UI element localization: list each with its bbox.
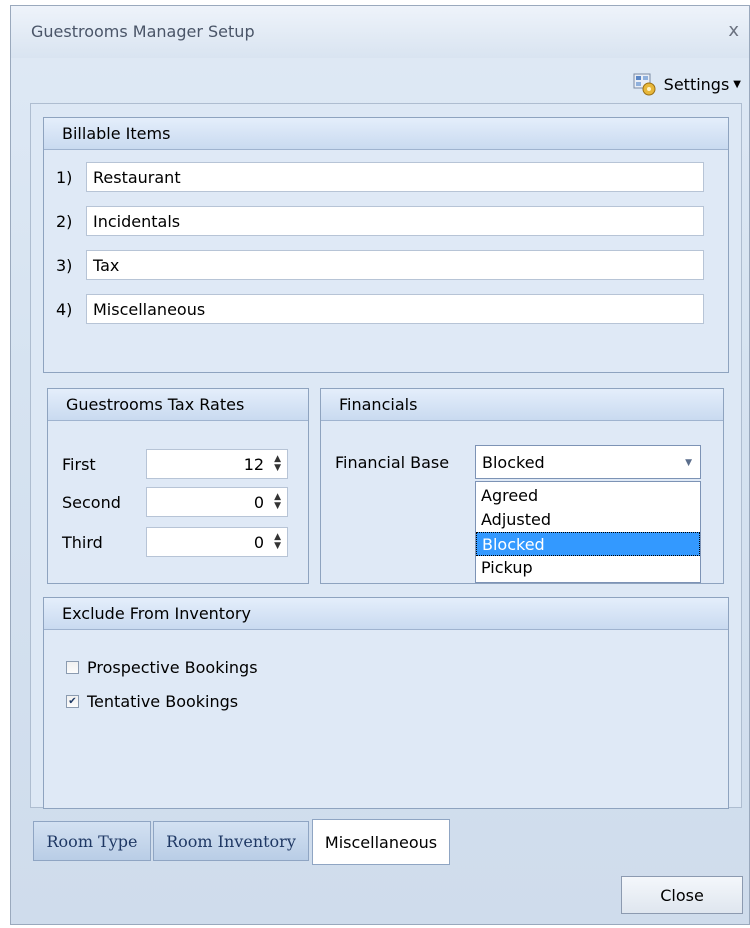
tax-rates-heading: Guestrooms Tax Rates [48,389,308,421]
tax-rate-value: 12 [243,454,265,474]
tax-rate-value: 0 [253,492,265,512]
billable-item-number: 3) [56,255,73,275]
financials-heading: Financials [321,389,723,421]
spin-arrows-icon[interactable]: ▲ ▼ [274,493,281,511]
financial-base-select[interactable]: Blocked ▼ [475,445,701,479]
spin-arrows-icon[interactable]: ▲ ▼ [274,533,281,551]
settings-menu-button[interactable]: Settings ▼ [632,68,741,100]
tax-rate-row: First 12 ▲ ▼ [62,449,302,479]
billable-item-row: 3) Tax [56,250,704,280]
second-tax-rate-stepper[interactable]: 0 ▲ ▼ [146,487,288,517]
tab-miscellaneous[interactable]: Miscellaneous [312,819,450,865]
tax-rate-label: Third [62,532,103,552]
miscellaneous-panel: Billable Items 1) Restaurant 2) Incident… [30,103,742,809]
third-tax-rate-stepper[interactable]: 0 ▲ ▼ [146,527,288,557]
prospective-bookings-checkbox[interactable]: Prospective Bookings [66,658,258,677]
billable-item-3-field[interactable]: Tax [86,250,704,280]
setup-window: Guestrooms Manager Setup x Settings ▼ Bi… [10,5,750,925]
financial-base-label: Financial Base [335,453,450,472]
exclude-inventory-heading: Exclude From Inventory [44,598,728,630]
checkbox-unchecked-icon[interactable] [66,661,79,674]
tax-rate-label: Second [62,492,121,512]
tentative-bookings-checkbox[interactable]: ✔ Tentative Bookings [66,692,238,711]
option-agreed[interactable]: Agreed [476,484,700,508]
billable-items-group: Billable Items 1) Restaurant 2) Incident… [43,117,729,373]
billable-item-row: 4) Miscellaneous [56,294,704,324]
chevron-down-icon: ▼ [733,78,741,90]
billable-item-row: 2) Incidentals [56,206,704,236]
billable-item-4-field[interactable]: Miscellaneous [86,294,704,324]
checkbox-checked-icon[interactable]: ✔ [66,695,79,708]
financials-group: Financials Financial Base Blocked ▼ Agre… [320,388,724,584]
option-adjusted[interactable]: Adjusted [476,508,700,532]
tax-rate-label: First [62,454,96,474]
billable-item-2-field[interactable]: Incidentals [86,206,704,236]
billable-items-heading: Billable Items [44,118,728,150]
billable-item-1-field[interactable]: Restaurant [86,162,704,192]
billable-item-number: 4) [56,299,73,319]
financial-base-selected: Blocked [482,452,545,472]
billable-item-number: 1) [56,167,73,187]
tax-rate-row: Third 0 ▲ ▼ [62,527,302,557]
billable-item-number: 2) [56,211,73,231]
tab-room-type[interactable]: Room Type [33,821,151,861]
tax-rates-group: Guestrooms Tax Rates First 12 ▲ ▼ Second … [47,388,309,584]
close-icon[interactable]: x [728,20,739,41]
tax-rate-value: 0 [253,532,265,552]
option-blocked[interactable]: Blocked [476,532,700,556]
checkbox-label: Prospective Bookings [87,658,258,677]
title-bar: Guestrooms Manager Setup x [11,6,749,58]
dropdown-arrow-icon: ▼ [685,458,692,468]
financial-base-dropdown: Agreed Adjusted Blocked Pickup [475,481,701,583]
settings-icon [632,71,658,97]
window-title: Guestrooms Manager Setup [31,22,255,41]
close-button[interactable]: Close [621,876,743,914]
option-pickup[interactable]: Pickup [476,556,700,580]
settings-label: Settings [663,74,730,94]
billable-item-row: 1) Restaurant [56,162,704,192]
checkbox-label: Tentative Bookings [87,692,239,711]
first-tax-rate-stepper[interactable]: 12 ▲ ▼ [146,449,288,479]
exclude-inventory-group: Exclude From Inventory Prospective Booki… [43,597,729,809]
spin-arrows-icon[interactable]: ▲ ▼ [274,455,281,473]
tax-rate-row: Second 0 ▲ ▼ [62,487,302,517]
tab-room-inventory[interactable]: Room Inventory [153,821,309,861]
